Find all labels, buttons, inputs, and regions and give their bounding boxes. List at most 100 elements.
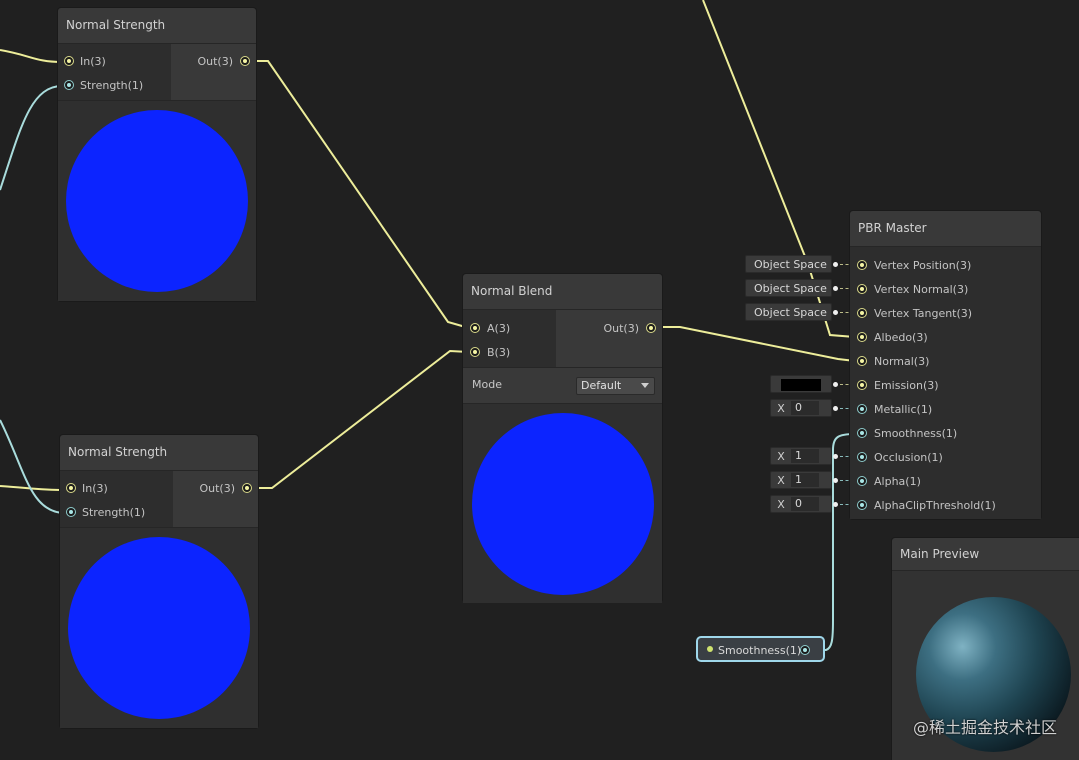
- vertex-normal-space-field[interactable]: Object Space: [745, 279, 832, 297]
- space-field-label: Object Space: [754, 282, 827, 295]
- preview-sphere: [66, 110, 248, 292]
- metallic-port-label: Metallic(1): [874, 403, 933, 416]
- mode-row: Mode Default: [463, 368, 662, 404]
- wire-ns1-out-to-blend-a: [252, 60, 470, 329]
- out-port-dot[interactable]: [647, 324, 655, 332]
- field-connector-dot: [833, 454, 838, 459]
- emission-color-field[interactable]: [770, 375, 832, 393]
- a-port-dot[interactable]: [471, 324, 479, 332]
- normal-strength-node-1[interactable]: Normal Strength In(3) Strength(1) Out(3): [58, 8, 256, 301]
- wire-ns2-out-to-blend-b: [254, 349, 470, 489]
- node-title[interactable]: PBR Master: [850, 211, 1041, 247]
- in-port-dot[interactable]: [67, 484, 75, 492]
- main-preview-title[interactable]: Main Preview: [892, 538, 1079, 571]
- space-field-label: Object Space: [754, 258, 827, 271]
- normal-blend-node[interactable]: Normal Blend A(3) B(3) Out(3) Mode Defau…: [463, 274, 662, 603]
- occlusion-field[interactable]: X 1: [770, 447, 832, 465]
- a-port-label: A(3): [487, 322, 511, 335]
- strength-port-label: Strength(1): [82, 506, 146, 519]
- vertex-tangent-port-label: Vertex Tangent(3): [874, 307, 973, 320]
- x-label: X: [777, 474, 785, 487]
- field-connector-dot: [833, 406, 838, 411]
- alpha-field[interactable]: X 1: [770, 471, 832, 489]
- alpha-port-dot[interactable]: [858, 477, 866, 485]
- node-preview: [463, 404, 662, 603]
- out-port-dot[interactable]: [243, 484, 251, 492]
- alpha-value[interactable]: 1: [791, 473, 819, 487]
- metallic-port-dot[interactable]: [858, 405, 866, 413]
- property-left-dot: [707, 646, 713, 652]
- field-connector-dot: [833, 286, 838, 291]
- strength-port-dot[interactable]: [65, 81, 73, 89]
- property-label: Smoothness(1): [718, 644, 802, 657]
- alpha-clip-port-label: AlphaClipThreshold(1): [874, 499, 996, 512]
- field-connector-dot: [833, 502, 838, 507]
- b-port-label: B(3): [487, 346, 511, 359]
- smoothness-property-node[interactable]: Smoothness(1): [696, 636, 825, 662]
- node-preview: [58, 101, 256, 301]
- vertex-tangent-space-field[interactable]: Object Space: [745, 303, 832, 321]
- wire-offscreen-to-ns2-strength: [0, 419, 65, 514]
- strength-port-label: Strength(1): [80, 79, 144, 92]
- normal-port-dot[interactable]: [858, 357, 866, 365]
- vertex-normal-port-dot[interactable]: [858, 285, 866, 293]
- field-connector-dot: [833, 382, 838, 387]
- wire-offscreen-to-ns1-in: [0, 49, 63, 63]
- alpha-port-label: Alpha(1): [874, 475, 921, 488]
- out-port-label: Out(3): [603, 322, 639, 335]
- occlusion-port-label: Occlusion(1): [874, 451, 943, 464]
- metallic-value[interactable]: 0: [791, 401, 819, 415]
- emission-color-swatch[interactable]: [781, 379, 821, 391]
- alpha-clip-port-dot[interactable]: [858, 501, 866, 509]
- field-connector-dot: [833, 478, 838, 483]
- pbr-ports: Vertex Position(3) Vertex Normal(3) Vert…: [850, 247, 1041, 519]
- pbr-master-node[interactable]: PBR Master Vertex Position(3) Vertex Nor…: [850, 211, 1041, 519]
- smoothness-port-label: Smoothness(1): [874, 427, 958, 440]
- wire-offscreen-to-ns1-strength: [0, 85, 63, 191]
- space-field-label: Object Space: [754, 306, 827, 319]
- wire-offscreen-to-ns2-in: [0, 485, 65, 491]
- mode-dropdown[interactable]: Default: [576, 377, 655, 395]
- x-label: X: [777, 450, 785, 463]
- x-label: X: [777, 498, 785, 511]
- b-port-dot[interactable]: [471, 348, 479, 356]
- vertex-tangent-port-dot[interactable]: [858, 309, 866, 317]
- alpha-clip-value[interactable]: 0: [791, 497, 819, 511]
- watermark-text: @稀土掘金技术社区: [912, 718, 1057, 737]
- emission-port-label: Emission(3): [874, 379, 939, 392]
- out-port-dot[interactable]: [241, 57, 249, 65]
- x-label: X: [777, 402, 785, 415]
- smoothness-port-dot[interactable]: [858, 429, 866, 437]
- mode-label: Mode: [472, 378, 502, 391]
- preview-sphere: [68, 537, 250, 719]
- preview-sphere: [472, 413, 654, 595]
- node-title[interactable]: Normal Strength: [58, 8, 256, 44]
- in-port-dot[interactable]: [65, 57, 73, 65]
- wire-property-to-pbr-smoothness: [812, 433, 856, 651]
- property-out-port-dot[interactable]: [801, 646, 809, 654]
- vertex-position-space-field[interactable]: Object Space: [745, 255, 832, 273]
- field-connector-dot: [833, 262, 838, 267]
- normal-strength-node-2[interactable]: Normal Strength In(3) Strength(1) Out(3): [60, 435, 258, 728]
- vertex-position-port-label: Vertex Position(3): [874, 259, 972, 272]
- field-connector-dot: [833, 310, 838, 315]
- node-title[interactable]: Normal Blend: [463, 274, 662, 310]
- out-port-label: Out(3): [199, 482, 235, 495]
- vertex-normal-port-label: Vertex Normal(3): [874, 283, 969, 296]
- node-title[interactable]: Normal Strength: [60, 435, 258, 471]
- vertex-position-port-dot[interactable]: [858, 261, 866, 269]
- albedo-port-dot[interactable]: [858, 333, 866, 341]
- node-preview: [60, 528, 258, 728]
- albedo-port-label: Albedo(3): [874, 331, 928, 344]
- mode-dropdown-value: Default: [581, 379, 622, 392]
- emission-port-dot[interactable]: [858, 381, 866, 389]
- wire-blend-out-to-pbr-normal: [659, 326, 856, 362]
- normal-port-label: Normal(3): [874, 355, 930, 368]
- in-port-label: In(3): [80, 55, 106, 68]
- in-port-label: In(3): [82, 482, 108, 495]
- metallic-field[interactable]: X 0: [770, 399, 832, 417]
- alpha-clip-field[interactable]: X 0: [770, 495, 832, 513]
- occlusion-value[interactable]: 1: [791, 449, 819, 463]
- strength-port-dot[interactable]: [67, 508, 75, 516]
- occlusion-port-dot[interactable]: [858, 453, 866, 461]
